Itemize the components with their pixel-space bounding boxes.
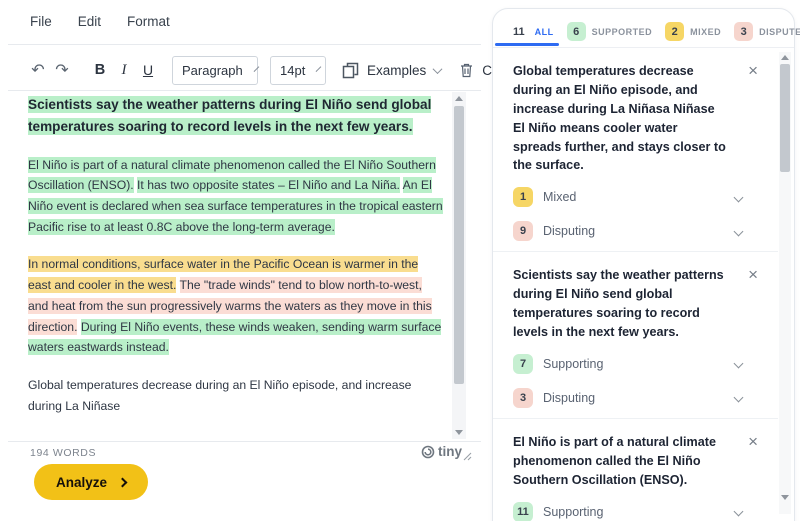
panel-tabs: 11 ALL 6 SUPPORTED 2 MIXED 3 DISPUTED xyxy=(509,22,800,41)
claim-card: Scientists say the weather patterns duri… xyxy=(493,252,778,419)
tab-all[interactable]: 11 ALL xyxy=(509,22,554,41)
chevron-down-icon xyxy=(734,507,744,517)
evidence-label: Disputing xyxy=(543,224,595,238)
text-segment-green: It has two opposite states – El Niño and… xyxy=(137,177,400,193)
menu-edit[interactable]: Edit xyxy=(78,14,101,29)
tab-label: ALL xyxy=(535,27,554,37)
tab-label: DISPUTED xyxy=(759,27,800,37)
chevron-right-icon xyxy=(118,477,128,487)
copy-icon xyxy=(342,62,359,79)
document-paragraph: El Niño means cooler water spreads furth… xyxy=(28,434,444,438)
tab-supported[interactable]: 6 SUPPORTED xyxy=(567,22,653,41)
chevron-down-icon xyxy=(433,64,443,74)
text-segment-green: During El Niño events, these winds weake… xyxy=(28,319,441,356)
active-tab-underline xyxy=(495,43,559,46)
claim-card: El Niño is part of a natural climate phe… xyxy=(493,419,778,521)
trash-icon xyxy=(459,62,474,78)
tiny-brand[interactable]: tiny xyxy=(421,444,462,459)
evidence-count-badge: 7 xyxy=(513,354,533,374)
tab-count-badge: 11 xyxy=(509,22,529,41)
close-icon[interactable]: × xyxy=(748,433,758,450)
tab-count-badge: 6 xyxy=(567,22,586,41)
tab-count-badge: 3 xyxy=(734,22,753,41)
claim-card: Global temperatures decrease during an E… xyxy=(493,48,778,252)
document-paragraph: El Niño is part of a natural climate phe… xyxy=(28,155,444,238)
panel-scrollbar[interactable] xyxy=(779,52,791,514)
word-count: 194 WORDS xyxy=(30,447,96,459)
claim-text: Scientists say the weather patterns duri… xyxy=(513,266,727,342)
toolbar: ↶ ↷ B I U Paragraph 14pt Examples Clear … xyxy=(26,53,548,87)
close-icon[interactable]: × xyxy=(748,266,758,283)
tab-mixed[interactable]: 2 MIXED xyxy=(665,22,721,41)
tab-label: MIXED xyxy=(690,27,721,37)
chevron-down-icon xyxy=(316,66,322,72)
claims-panel: 11 ALL 6 SUPPORTED 2 MIXED 3 DISPUTED Gl… xyxy=(492,8,795,521)
evidence-row-disputing[interactable]: 3 Disputing xyxy=(513,386,744,410)
tiny-logo-icon xyxy=(421,445,435,459)
tab-label: SUPPORTED xyxy=(592,27,653,37)
underline-button[interactable]: U xyxy=(136,62,160,78)
menu-format[interactable]: Format xyxy=(127,14,170,29)
font-size-select[interactable]: 14pt xyxy=(270,56,326,85)
statusbar-divider xyxy=(8,441,481,442)
document-heading: Scientists say the weather patterns duri… xyxy=(28,94,444,138)
evidence-label: Mixed xyxy=(543,190,576,204)
examples-dropdown[interactable]: Examples xyxy=(342,62,441,79)
text-segment-none: El Niño means cooler water spreads furth… xyxy=(28,437,437,438)
document-paragraph: Global temperatures decrease during an E… xyxy=(28,375,444,416)
claim-text: El Niño is part of a natural climate phe… xyxy=(513,433,727,490)
document-editable-area[interactable]: Scientists say the weather patterns duri… xyxy=(28,94,444,438)
chevron-down-icon xyxy=(734,359,744,369)
evidence-count-badge: 3 xyxy=(513,388,533,408)
resize-handle[interactable] xyxy=(463,448,472,466)
menu-file[interactable]: File xyxy=(30,14,52,29)
paragraph-select-value: Paragraph xyxy=(182,63,243,78)
chevron-down-icon xyxy=(734,393,744,403)
tab-disputed[interactable]: 3 DISPUTED xyxy=(734,22,800,41)
evidence-row-disputing[interactable]: 9 Disputing xyxy=(513,219,744,243)
analyze-button-label: Analyze xyxy=(56,475,107,490)
bold-button[interactable]: B xyxy=(88,62,112,78)
chevron-down-icon xyxy=(253,66,259,72)
text-segment-none: Global temperatures decrease during an E… xyxy=(28,378,411,413)
app-window: File Edit Format ↶ ↷ B I U Paragraph 14pt … xyxy=(0,0,800,521)
scroll-down-icon[interactable] xyxy=(455,430,463,435)
tiny-brand-label: tiny xyxy=(438,444,462,459)
chevron-down-icon xyxy=(734,192,744,202)
evidence-label: Supporting xyxy=(543,505,603,519)
claim-text: Global temperatures decrease during an E… xyxy=(513,62,727,175)
scroll-down-icon[interactable] xyxy=(781,495,789,500)
evidence-row-supporting[interactable]: 7 Supporting xyxy=(513,352,744,376)
panel-scrollbar-thumb[interactable] xyxy=(780,64,790,172)
document-paragraph: In normal conditions, surface water in t… xyxy=(28,254,444,358)
tab-count-badge: 2 xyxy=(665,22,684,41)
evidence-count-badge: 11 xyxy=(513,502,533,521)
menubar-divider xyxy=(8,44,481,45)
evidence-label: Supporting xyxy=(543,357,603,371)
scroll-up-icon[interactable] xyxy=(455,96,463,101)
evidence-row-supporting[interactable]: 11 Supporting xyxy=(513,500,744,521)
close-icon[interactable]: × xyxy=(748,62,758,79)
claim-card-list: Global temperatures decrease during an E… xyxy=(493,48,778,521)
evidence-count-badge: 9 xyxy=(513,221,533,241)
redo-icon[interactable]: ↷ xyxy=(50,60,74,80)
evidence-row-mixed[interactable]: 1 Mixed xyxy=(513,185,744,209)
undo-icon[interactable]: ↶ xyxy=(26,60,50,80)
editor-scrollbar-thumb[interactable] xyxy=(454,106,464,384)
chevron-down-icon xyxy=(734,226,744,236)
editor-scrollbar[interactable] xyxy=(452,92,466,439)
font-size-select-value: 14pt xyxy=(280,63,305,78)
evidence-count-badge: 1 xyxy=(513,187,533,207)
evidence-label: Disputing xyxy=(543,391,595,405)
scroll-up-icon[interactable] xyxy=(781,55,789,60)
menubar: File Edit Format xyxy=(30,14,170,29)
examples-label: Examples xyxy=(367,63,426,78)
analyze-button[interactable]: Analyze xyxy=(34,464,148,500)
paragraph-select[interactable]: Paragraph xyxy=(172,56,258,85)
toolbar-divider xyxy=(8,90,481,91)
italic-button[interactable]: I xyxy=(112,62,136,79)
